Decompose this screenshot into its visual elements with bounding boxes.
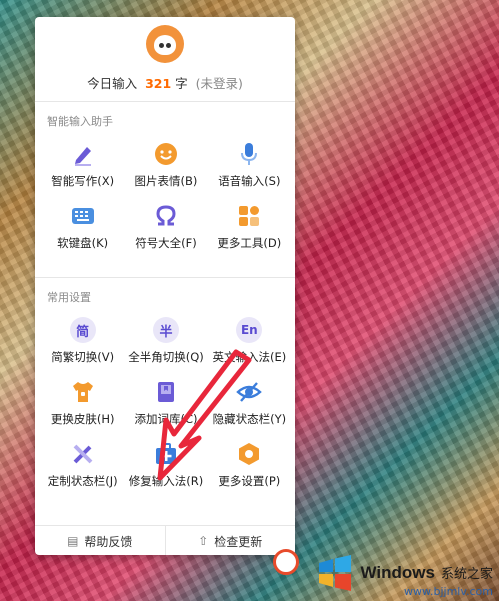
watermark: Windows 系统之家 www.bjjmlv.com	[315, 553, 493, 598]
windows-logo-icon	[318, 555, 351, 591]
red-annotation-arrow	[157, 349, 252, 481]
watermark-brand: Windows	[360, 563, 435, 582]
watermark-suffix: 系统之家	[440, 567, 493, 582]
sogou-logo-icon[interactable]	[273, 549, 299, 575]
watermark-url: www.bjjmlv.com	[404, 585, 493, 598]
